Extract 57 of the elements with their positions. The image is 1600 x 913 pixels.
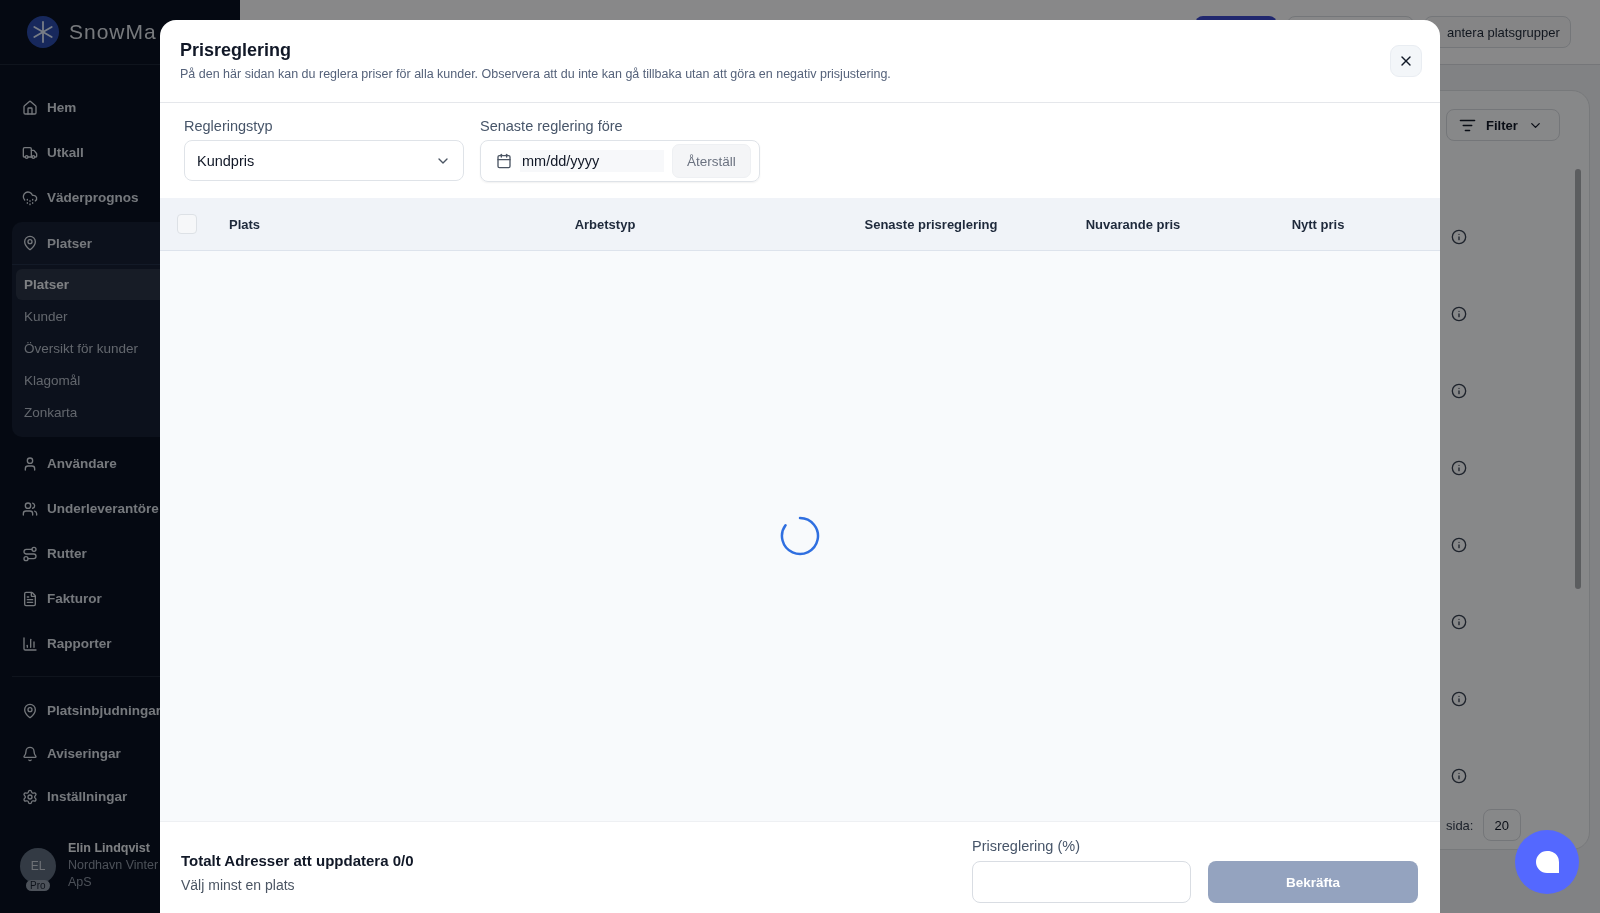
column-header: Senaste prisreglering — [863, 216, 999, 232]
reset-button[interactable]: Återställ — [672, 144, 751, 178]
date-input[interactable]: mm/dd/yyyy — [520, 150, 664, 172]
map-pin-icon — [22, 702, 38, 719]
brand-name: SnowMa — [69, 20, 157, 44]
route-icon — [22, 545, 38, 562]
cloud-icon — [22, 189, 38, 206]
map-pin-icon — [22, 235, 38, 251]
info-icon[interactable] — [1451, 306, 1467, 322]
bar-chart-icon — [22, 635, 38, 652]
nav-item[interactable]: Aviseringar — [12, 732, 228, 775]
group-button[interactable]: antera platsgrupper — [1424, 16, 1571, 48]
dialog-description: På den här sidan kan du reglera priser för alla kunder. Observera att du inte kan gå tillbaka utan att göra en negativ prisjustering. — [180, 67, 892, 81]
field-label: Prisreglering (%) — [972, 838, 1081, 854]
info-icon[interactable] — [1451, 383, 1467, 399]
home-icon — [22, 99, 38, 116]
select-all-checkbox[interactable] — [177, 214, 197, 234]
summary-text: Totalt Adresser att uppdatera 0/0 — [181, 852, 415, 869]
nav-item[interactable]: Rapporter — [12, 621, 228, 666]
info-icon[interactable] — [1451, 229, 1467, 245]
plan-badge: Pro — [26, 879, 50, 891]
chat-bubble-icon — [1535, 851, 1559, 873]
close-button[interactable] — [1390, 45, 1422, 77]
column-header: Nuvarande pris — [1084, 216, 1182, 232]
nav-item[interactable]: Underleverantöre — [12, 486, 228, 531]
document-icon — [22, 590, 38, 607]
column-header: Nytt pris — [1290, 216, 1346, 232]
company-name: ApS — [68, 874, 93, 891]
info-icon[interactable] — [1451, 537, 1467, 553]
field-label: Senaste reglering före — [480, 118, 624, 134]
bell-icon — [22, 745, 38, 762]
info-icon[interactable] — [1451, 768, 1467, 784]
calendar-icon — [496, 153, 512, 169]
page-size-select[interactable]: 20 — [1483, 809, 1522, 841]
percent-input[interactable] — [972, 861, 1191, 903]
user-name: Elin Lindqvist — [68, 840, 151, 857]
filter-button[interactable]: Filter — [1446, 109, 1560, 141]
nav-item[interactable]: Platsinbjudningar — [12, 689, 228, 732]
truck-icon — [22, 144, 38, 161]
info-icon[interactable] — [1451, 614, 1467, 630]
users-icon — [22, 500, 38, 517]
nav-item[interactable]: Inställningar — [12, 775, 228, 818]
user-icon — [22, 455, 38, 472]
info-icon[interactable] — [1451, 460, 1467, 476]
settings-icon — [22, 788, 38, 805]
nav-item[interactable]: Rutter — [12, 531, 228, 576]
column-header: Arbetstyp — [573, 216, 637, 232]
dialog-title: Prisreglering — [180, 40, 293, 61]
snowflake-logo — [27, 16, 59, 48]
nav-item[interactable]: Användare — [12, 441, 228, 486]
nav-item[interactable]: Fakturor — [12, 576, 228, 621]
info-icon[interactable] — [1451, 691, 1467, 707]
hint-text: Välj minst en plats — [181, 877, 296, 893]
company-name: Nordhavn Vinter — [68, 857, 159, 874]
adjustment-type-select[interactable]: Kundpris — [184, 140, 464, 181]
page-size-label: sida: — [1446, 817, 1474, 833]
field-label: Regleringstyp — [184, 118, 274, 134]
